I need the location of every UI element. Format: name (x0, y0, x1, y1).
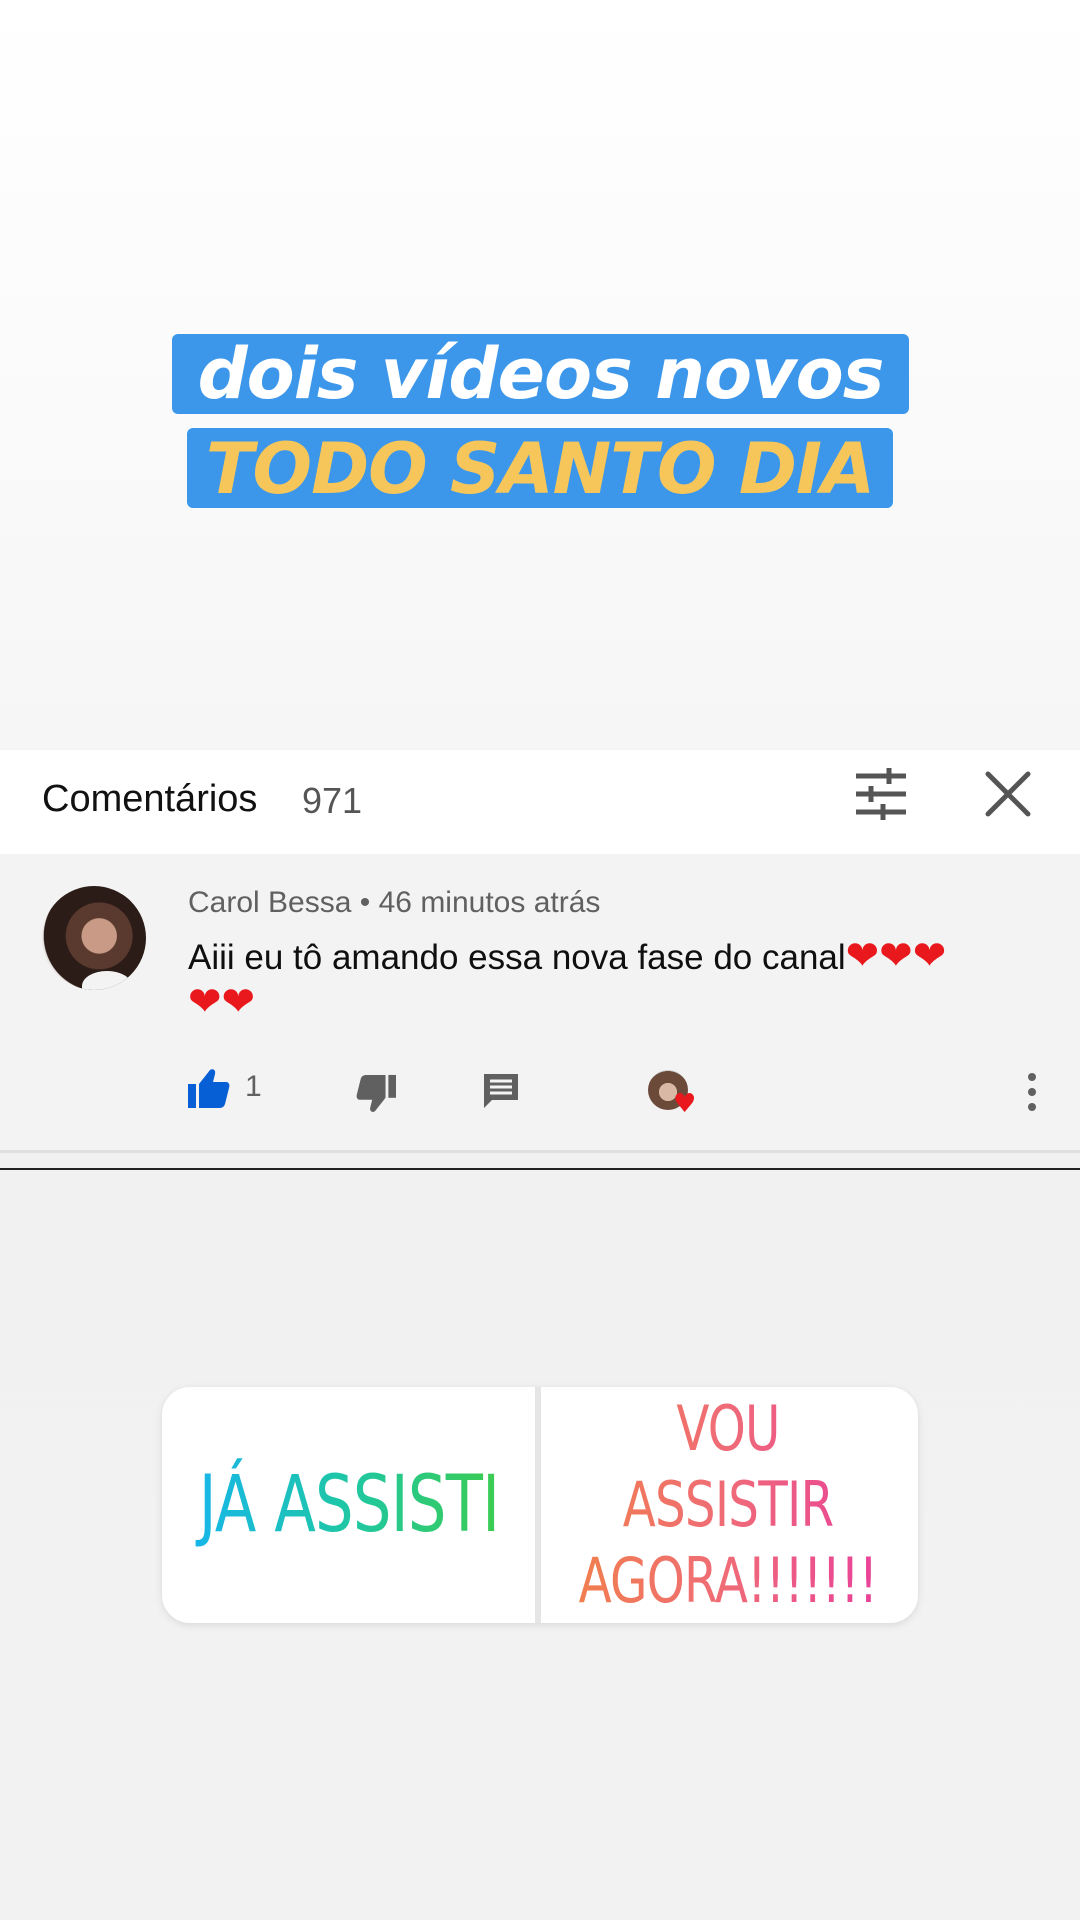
poll-separator (535, 1387, 541, 1623)
divider (0, 1150, 1080, 1153)
headline-line-1: dois vídeos novos (172, 334, 909, 414)
poll-option-2-line-1: VOU ASSISTIR (622, 1392, 834, 1541)
meta-separator: • (359, 886, 371, 919)
creator-heart-icon: ♥ (673, 1089, 697, 1119)
comment-meta: Carol Bessa • 46 minutos atrás (188, 886, 600, 920)
comment-actions: 1 ♥ (0, 1060, 1080, 1120)
comments-count: 971 (302, 780, 363, 821)
poll-option-2-label: VOU ASSISTIR AGORA!!!!!!! (575, 1391, 881, 1619)
thumbs-down-icon[interactable] (356, 1074, 396, 1114)
comment-author[interactable]: Carol Bessa (188, 886, 351, 919)
headline-line-2: TODO SANTO DIA (187, 428, 893, 508)
avatar[interactable] (42, 886, 146, 990)
comment-item: Carol Bessa • 46 minutos atrás Aiii eu t… (0, 854, 1080, 1150)
thumbs-up-icon[interactable] (188, 1068, 230, 1108)
comment-body: Aiii eu tô amando essa nova fase do cana… (188, 938, 846, 977)
poll-sticker: JÁ ASSISTI VOU ASSISTIR AGORA!!!!!!! (162, 1387, 918, 1623)
sliders-icon[interactable] (853, 766, 909, 822)
comment-text: Aiii eu tô amando essa nova fase do cana… (188, 934, 1038, 1026)
comments-title: Comentários (42, 778, 258, 820)
divider-dark (0, 1168, 1080, 1170)
poll-option-1[interactable]: JÁ ASSISTI (195, 1387, 502, 1623)
heart-emojis: ❤❤❤ (845, 933, 947, 979)
poll-option-2-line-2: AGORA!!!!!!! (578, 1544, 878, 1617)
more-vert-icon[interactable] (1026, 1072, 1038, 1112)
heart-emojis-line2: ❤❤ (188, 979, 256, 1025)
comment-time: 46 minutos atrás (378, 886, 601, 919)
comments-header: Comentários 971 (0, 750, 1080, 854)
reply-icon[interactable] (482, 1072, 520, 1110)
poll-option-1-label: JÁ ASSISTI (198, 1460, 500, 1550)
like-count: 1 (245, 1070, 262, 1103)
poll-option-2[interactable]: VOU ASSISTIR AGORA!!!!!!! (575, 1387, 881, 1623)
close-icon[interactable] (980, 766, 1036, 822)
